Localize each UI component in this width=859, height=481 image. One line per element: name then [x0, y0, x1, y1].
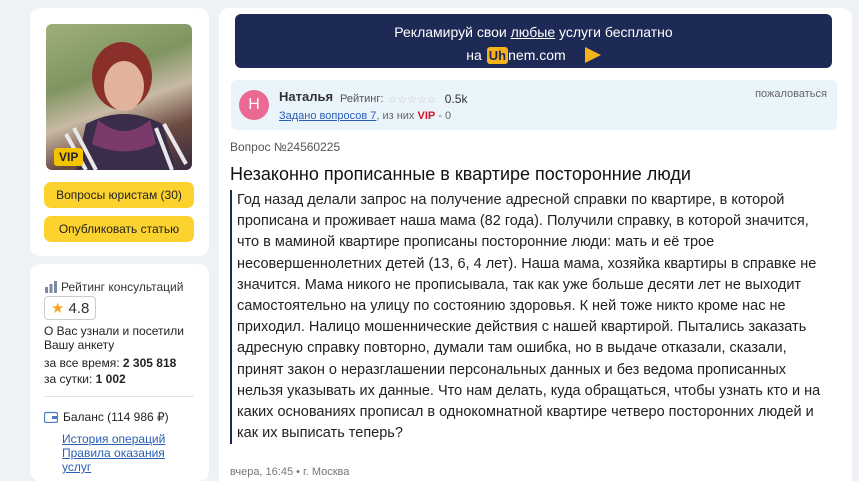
operations-history-link[interactable]: История операций — [62, 432, 165, 446]
visits-text: О Вас узнали и посетили Вашу анкету — [44, 324, 184, 352]
visits-day: за сутки: 1 002 — [44, 372, 126, 386]
question-number: Вопрос №24560225 — [230, 140, 341, 154]
asked-info: Задано вопросов 7, из них VIP - 0 — [279, 110, 451, 122]
brand-highlight: Uh — [486, 47, 509, 64]
author-name[interactable]: Наталья — [279, 89, 333, 104]
profile-card: VIP Вопросы юристам (30) Опубликовать ст… — [30, 8, 209, 256]
question-title: Незаконно прописанные в квартире посторо… — [230, 164, 691, 184]
asked-vip: VIP — [417, 110, 436, 122]
promo-line-1: Рекламируй свои любые услуги бесплатно — [235, 24, 832, 40]
rating-value-box: ★ 4.8 — [44, 296, 97, 320]
author-avatar[interactable]: Н — [239, 90, 269, 120]
visits-day-value: 1 002 — [95, 372, 126, 386]
asked-questions-link[interactable]: Задано вопросов 7 — [279, 110, 376, 122]
asked-vip-count: - 0 — [438, 110, 452, 122]
divider — [44, 396, 194, 397]
service-rules-link[interactable]: Правила оказания услуг — [62, 446, 192, 474]
rating-card: Рейтинг консультаций ★ 4.8 О Вас узнали … — [30, 264, 209, 481]
promo-text-before: Рекламируй свои — [394, 24, 507, 40]
author-score: 0.5k — [444, 92, 468, 106]
bar-chart-icon — [45, 281, 57, 293]
promo-banner[interactable]: Рекламируй свои любые услуги бесплатно н… — [235, 14, 832, 68]
star-icon: ★ — [51, 300, 65, 317]
publish-article-button[interactable]: Опубликовать статью — [44, 216, 194, 242]
rating-header: Рейтинг консультаций — [44, 280, 183, 294]
question-card: Рекламируй свои любые услуги бесплатно н… — [219, 8, 852, 481]
visits-day-label: за сутки: — [44, 372, 93, 386]
promo-line-2: на Uh nem.com — [235, 47, 832, 64]
wallet-icon — [44, 411, 58, 423]
visits-all-time-value: 2 305 818 — [122, 356, 177, 370]
question-body: Год назад делали запрос на получение адр… — [230, 190, 826, 445]
visits-all-time: за все время: 2 305 818 — [44, 356, 176, 370]
author-rating-label: Рейтинг: — [340, 93, 384, 105]
question-meta: вчера, 16:45 • г. Москва — [230, 466, 350, 478]
complain-link[interactable]: пожаловаться — [755, 88, 827, 100]
rating-stars-icon: ☆☆☆☆☆ — [387, 93, 437, 106]
promo-link[interactable]: любые — [511, 24, 556, 40]
vip-badge: VIP — [54, 148, 84, 166]
play-icon[interactable] — [584, 47, 601, 63]
avatar[interactable]: VIP — [46, 24, 192, 170]
rating-value: 4.8 — [68, 299, 90, 317]
balance-label: Баланс (114 986 ₽) — [63, 410, 169, 424]
rating-title: Рейтинг консультаций — [61, 280, 184, 294]
balance: Баланс (114 986 ₽) — [44, 410, 169, 424]
lawyer-questions-button[interactable]: Вопросы юристам (30) — [44, 182, 194, 208]
asked-mid: , из них — [376, 110, 415, 122]
brand-logo: Uh nem.com — [486, 47, 566, 64]
promo-text-after: услуги бесплатно — [559, 24, 673, 40]
author-panel: Н Наталья Рейтинг: ☆☆☆☆☆ 0.5k пожаловать… — [231, 80, 837, 130]
brand-rest: nem.com — [508, 47, 566, 63]
visits-all-time-label: за все время: — [44, 356, 120, 370]
author-rating: Рейтинг: ☆☆☆☆☆ 0.5k — [340, 92, 467, 106]
promo-prefix: на — [466, 47, 482, 63]
